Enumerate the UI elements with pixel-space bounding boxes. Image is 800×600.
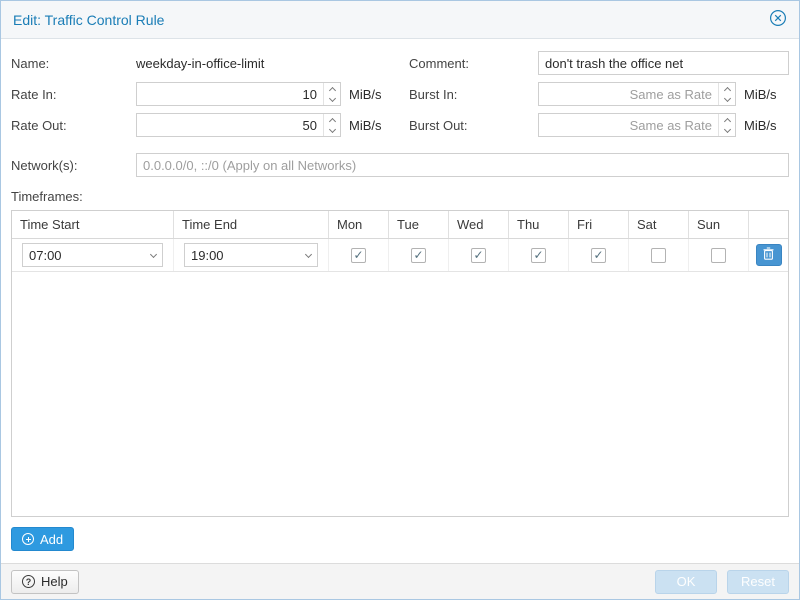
time-end-select[interactable]: 19:00 (184, 243, 318, 267)
checkbox-sun[interactable] (711, 248, 726, 263)
spin-up-icon[interactable] (324, 114, 340, 125)
column-header-thu: Thu (509, 211, 569, 238)
networks-label: Network(s): (11, 158, 136, 173)
name-value: weekday-in-office-limit (136, 56, 264, 71)
chevron-down-icon (299, 252, 317, 259)
burst-in-label: Burst In: (409, 87, 538, 102)
time-end-value: 19:00 (185, 248, 299, 263)
trash-icon (763, 247, 774, 263)
question-circle-icon (22, 575, 35, 588)
dialog-title: Edit: Traffic Control Rule (13, 12, 164, 28)
column-header-wed: Wed (449, 211, 509, 238)
spin-up-icon[interactable] (719, 83, 735, 94)
close-icon (769, 9, 787, 30)
burst-out-spin-buttons[interactable] (718, 114, 735, 136)
spin-down-icon[interactable] (719, 125, 735, 136)
comment-input[interactable] (538, 51, 789, 75)
checkbox-sat[interactable] (651, 248, 666, 263)
dialog-header: Edit: Traffic Control Rule (1, 1, 799, 39)
add-timeframe-button[interactable]: Add (11, 527, 74, 551)
checkbox-thu[interactable] (531, 248, 546, 263)
plus-circle-icon (22, 533, 34, 545)
edit-traffic-control-rule-dialog: Edit: Traffic Control Rule Name: weekday… (0, 0, 800, 600)
add-button-label: Add (40, 532, 63, 547)
dialog-footer: Help OK Reset (1, 563, 799, 599)
rate-out-label: Rate Out: (11, 118, 136, 133)
reset-button[interactable]: Reset (727, 570, 789, 594)
burst-in-unit: MiB/s (744, 87, 777, 102)
rate-in-label: Rate In: (11, 87, 136, 102)
burst-out-spinner[interactable] (538, 113, 736, 137)
rate-out-spinner[interactable] (136, 113, 341, 137)
spin-down-icon[interactable] (324, 125, 340, 136)
burst-out-unit: MiB/s (744, 118, 777, 133)
timeframes-label: Timeframes: (11, 189, 789, 204)
burst-out-input[interactable] (539, 114, 718, 136)
comment-label: Comment: (409, 56, 538, 71)
grid-empty-area (12, 272, 788, 516)
column-header-time-start: Time Start (12, 211, 174, 238)
burst-in-spinner[interactable] (538, 82, 736, 106)
close-button[interactable] (769, 9, 787, 30)
column-header-actions (749, 211, 788, 238)
checkbox-fri[interactable] (591, 248, 606, 263)
column-header-fri: Fri (569, 211, 629, 238)
rate-out-input[interactable] (137, 114, 323, 136)
help-button[interactable]: Help (11, 570, 79, 594)
checkbox-mon[interactable] (351, 248, 366, 263)
name-label: Name: (11, 56, 136, 71)
burst-in-spin-buttons[interactable] (718, 83, 735, 105)
burst-out-label: Burst Out: (409, 118, 538, 133)
checkbox-wed[interactable] (471, 248, 486, 263)
timeframes-grid: Time Start Time End Mon Tue Wed Thu Fri … (11, 210, 789, 517)
spin-up-icon[interactable] (324, 83, 340, 94)
rate-in-input[interactable] (137, 83, 323, 105)
column-header-sun: Sun (689, 211, 749, 238)
chevron-down-icon (144, 252, 162, 259)
grid-header-row: Time Start Time End Mon Tue Wed Thu Fri … (12, 211, 788, 239)
checkbox-tue[interactable] (411, 248, 426, 263)
rate-in-spin-buttons[interactable] (323, 83, 340, 105)
rate-out-unit: MiB/s (349, 118, 382, 133)
dialog-body: Name: weekday-in-office-limit Comment: R… (1, 39, 799, 563)
time-start-value: 07:00 (23, 248, 144, 263)
column-header-time-end: Time End (174, 211, 329, 238)
ok-button[interactable]: OK (655, 570, 717, 594)
networks-input[interactable] (136, 153, 789, 177)
spin-up-icon[interactable] (719, 114, 735, 125)
rate-in-unit: MiB/s (349, 87, 382, 102)
rate-out-spin-buttons[interactable] (323, 114, 340, 136)
table-row: 07:00 19:00 (12, 239, 788, 272)
spin-down-icon[interactable] (719, 94, 735, 105)
column-header-sat: Sat (629, 211, 689, 238)
delete-row-button[interactable] (756, 244, 782, 266)
time-start-select[interactable]: 07:00 (22, 243, 163, 267)
column-header-tue: Tue (389, 211, 449, 238)
help-button-label: Help (41, 574, 68, 589)
rate-in-spinner[interactable] (136, 82, 341, 106)
column-header-mon: Mon (329, 211, 389, 238)
burst-in-input[interactable] (539, 83, 718, 105)
spin-down-icon[interactable] (324, 94, 340, 105)
